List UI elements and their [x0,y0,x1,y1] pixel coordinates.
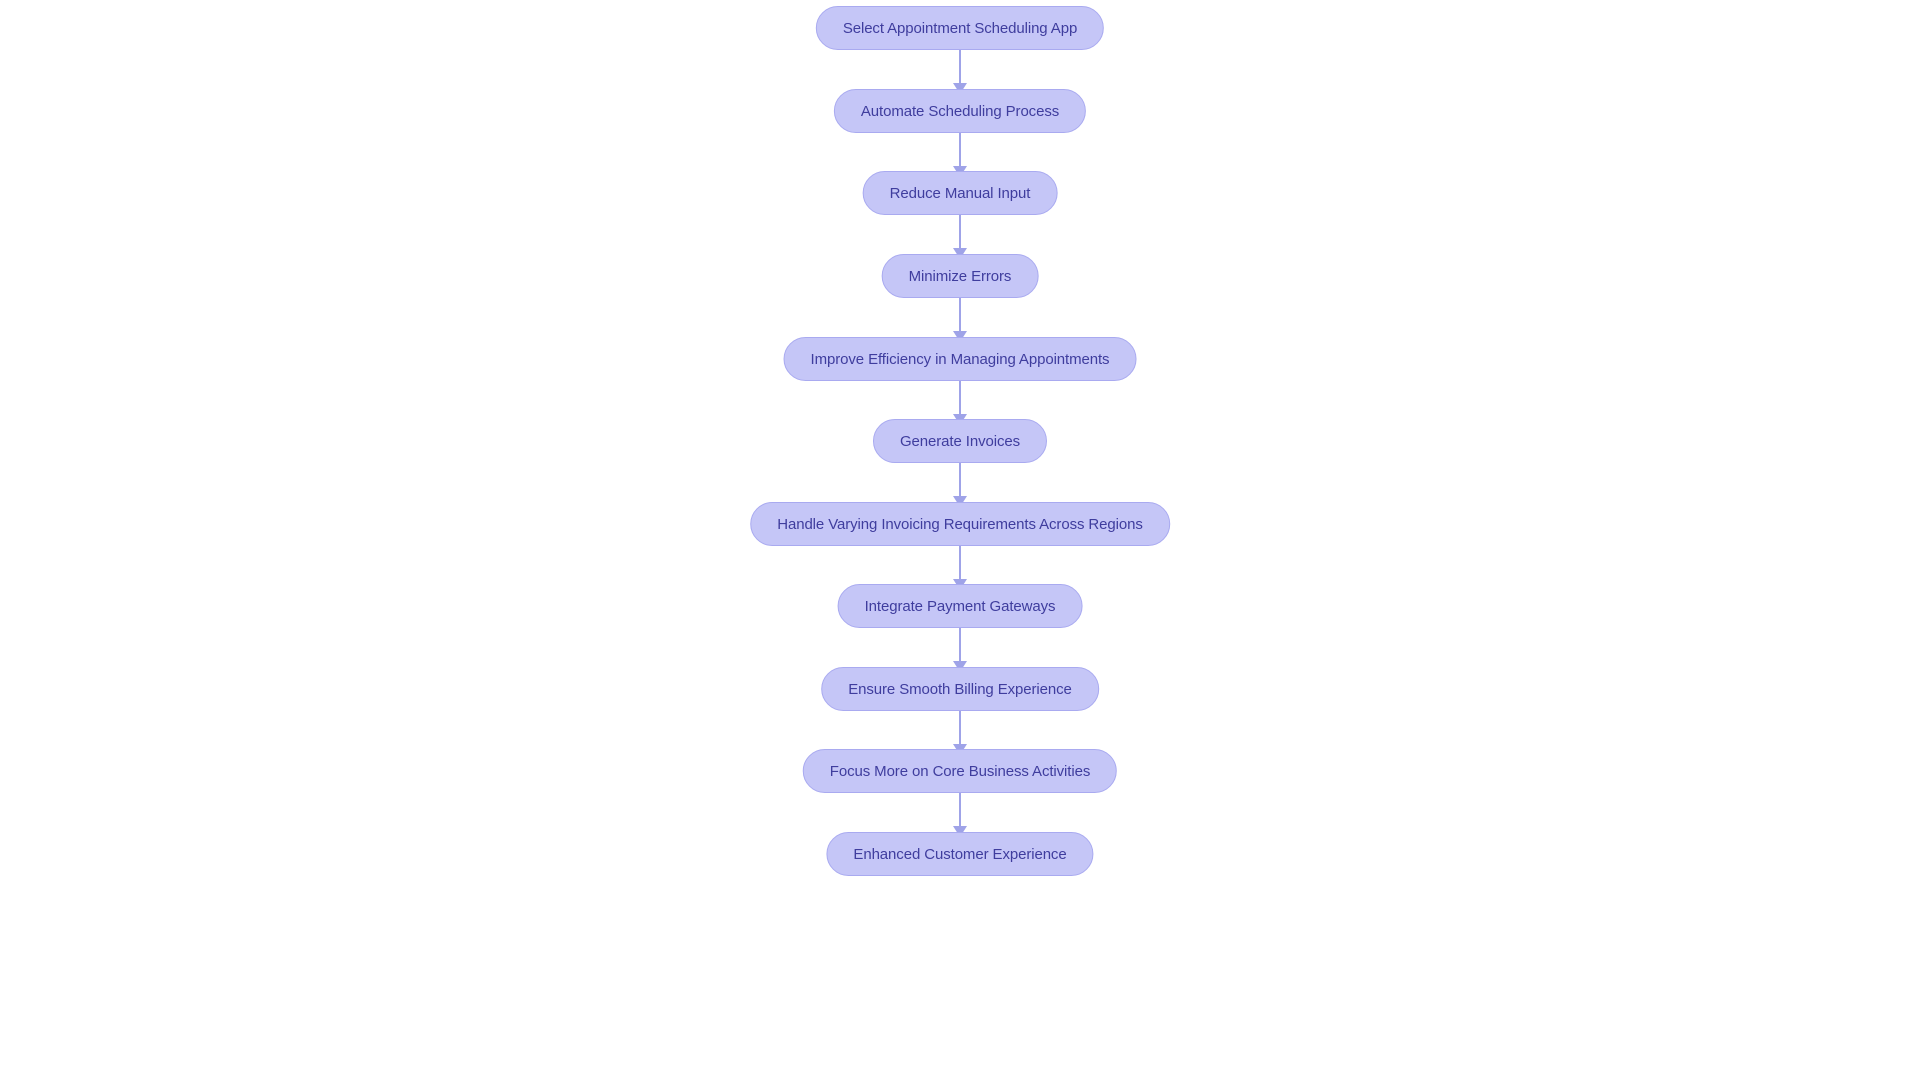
flow-node-ensure-smooth-billing-experience[interactable]: Ensure Smooth Billing Experience [821,667,1099,711]
flow-node-label: Handle Varying Invoicing Requirements Ac… [777,515,1143,533]
edge-n1-n2 [952,50,968,94]
flow-node-label: Automate Scheduling Process [860,102,1060,120]
flowchart-canvas: Select Appointment Scheduling App Automa… [0,0,1920,1080]
flow-node-label: Integrate Payment Gateways [864,597,1056,615]
flow-node-label: Enhanced Customer Experience [853,845,1067,863]
flow-node-label: Generate Invoices [899,432,1021,450]
flow-node-enhanced-customer-experience[interactable]: Enhanced Customer Experience [826,832,1094,876]
edge-n10-n11 [952,793,968,837]
flow-node-improve-efficiency-in-managing-appointments[interactable]: Improve Efficiency in Managing Appointme… [783,337,1137,381]
flow-node-label: Improve Efficiency in Managing Appointme… [810,350,1110,368]
flow-node-reduce-manual-input[interactable]: Reduce Manual Input [862,171,1058,215]
flow-node-generate-invoices[interactable]: Generate Invoices [872,419,1048,463]
flow-node-label: Ensure Smooth Billing Experience [848,680,1072,698]
flow-node-select-appointment-scheduling-app[interactable]: Select Appointment Scheduling App [815,6,1105,50]
flow-node-label: Select Appointment Scheduling App [842,19,1078,37]
flow-node-minimize-errors[interactable]: Minimize Errors [881,254,1039,298]
edge-n8-n9 [952,628,968,672]
flow-node-label: Reduce Manual Input [889,184,1031,202]
flow-node-integrate-payment-gateways[interactable]: Integrate Payment Gateways [837,584,1083,628]
flow-node-focus-more-on-core-business-activities[interactable]: Focus More on Core Business Activities [802,749,1118,793]
flow-node-handle-varying-invoicing-requirements-across-regions[interactable]: Handle Varying Invoicing Requirements Ac… [750,502,1170,546]
edge-n3-n4 [952,215,968,259]
edge-n6-n7 [952,463,968,507]
flow-node-label: Minimize Errors [908,267,1012,285]
flow-node-automate-scheduling-process[interactable]: Automate Scheduling Process [833,89,1087,133]
flow-node-label: Focus More on Core Business Activities [829,762,1091,780]
edge-n4-n5 [952,298,968,342]
